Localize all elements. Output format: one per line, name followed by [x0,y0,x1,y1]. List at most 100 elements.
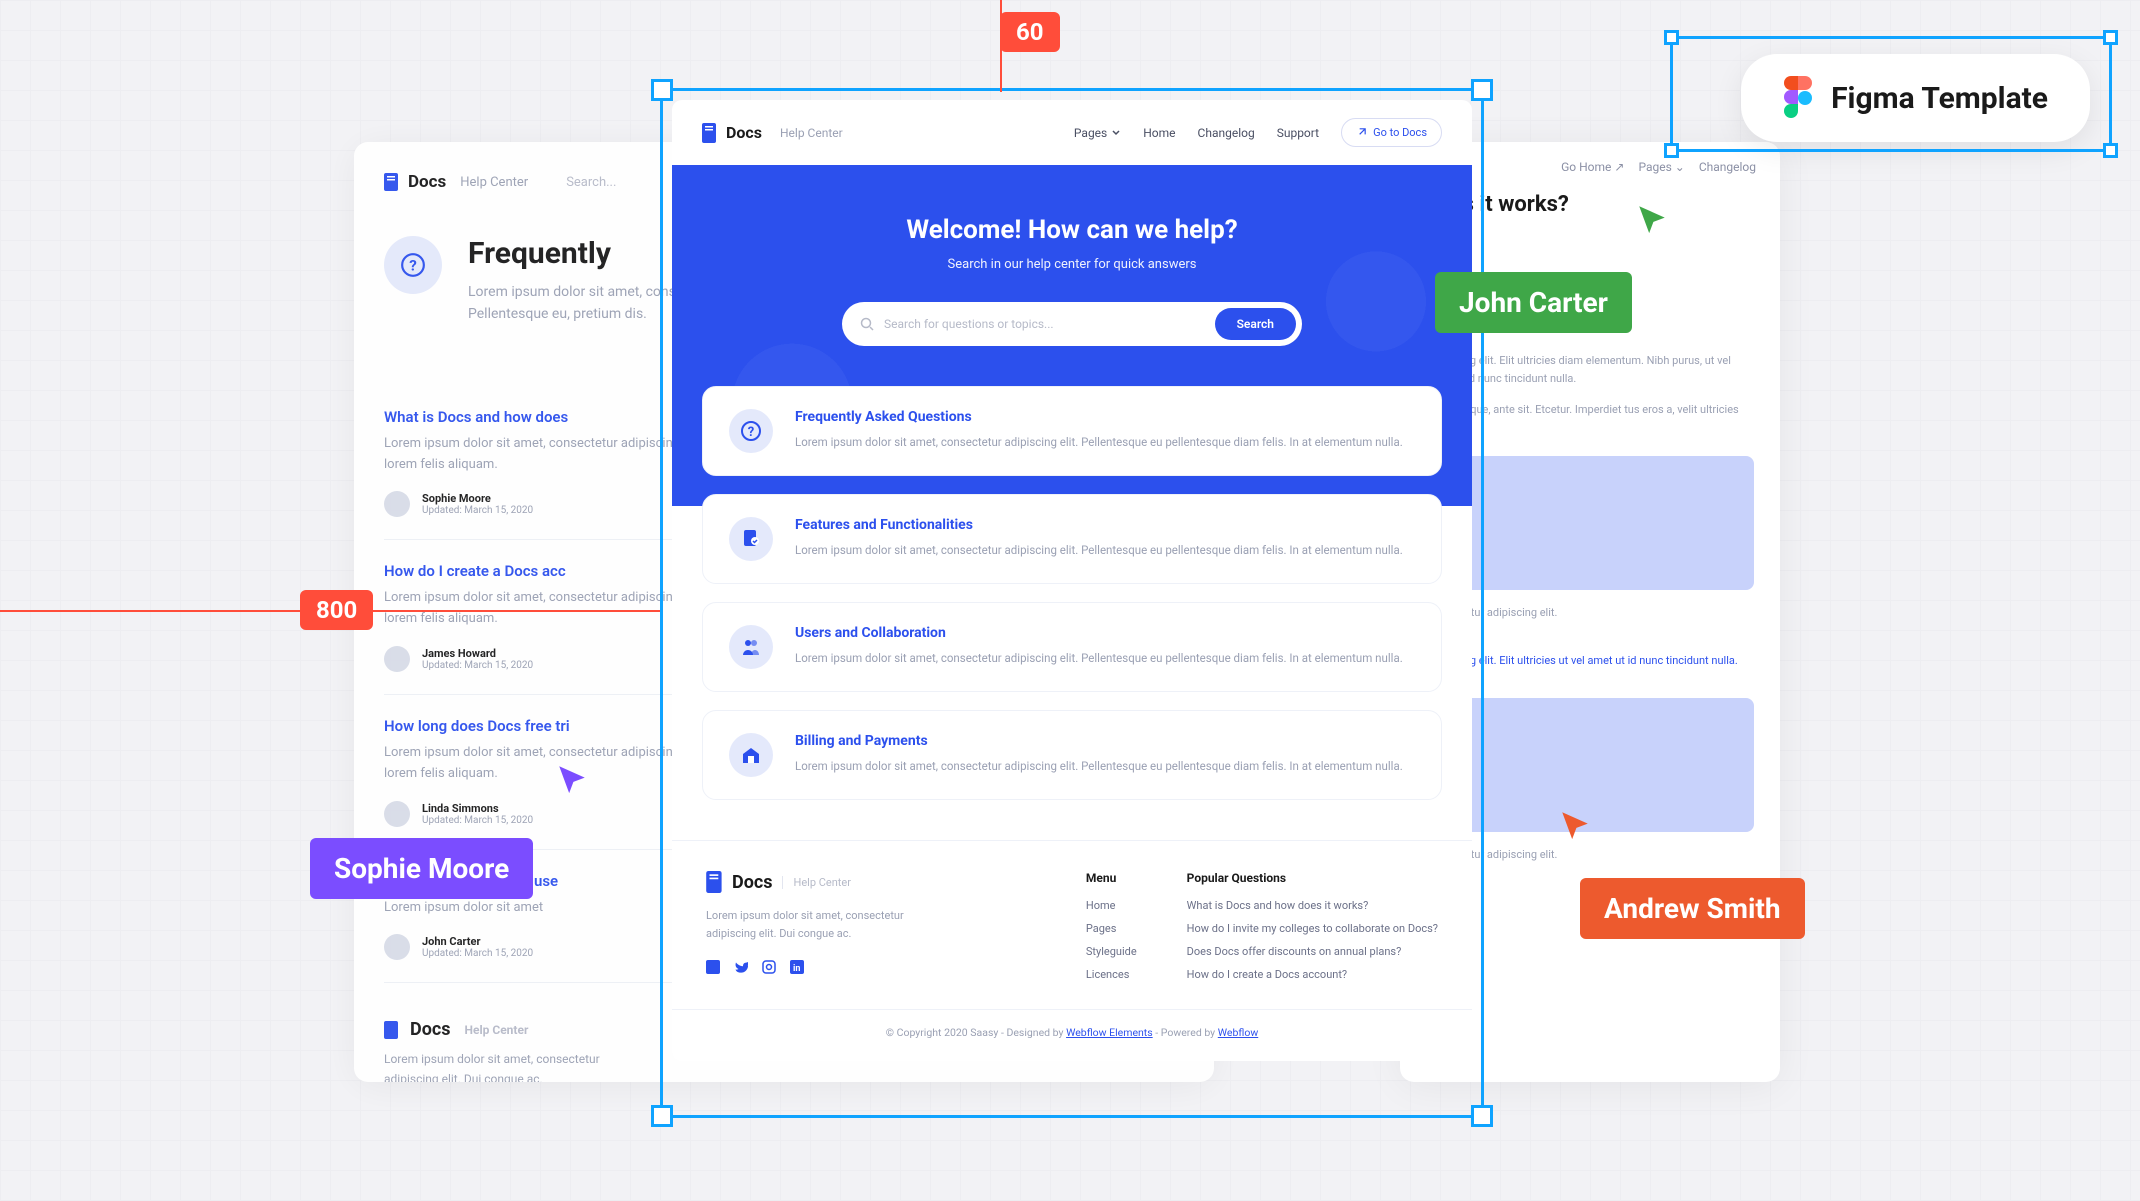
card-desc: Lorem ipsum dolor sit amet, consectetur … [795,649,1403,667]
category-card[interactable]: Billing and Payments Lorem ipsum dolor s… [702,710,1442,800]
figma-badge-selection [1670,36,2112,152]
book-icon [706,871,724,893]
question-icon: ? [729,409,773,453]
footer: Docs Help Center Lorem ipsum dolor sit a… [672,840,1472,1009]
avatar [384,491,410,517]
social-links: in [706,960,1036,974]
card-title: Frequently Asked Questions [795,409,1403,425]
webflow-elements-link[interactable]: Webflow Elements [1066,1026,1153,1039]
author-name: John Carter [422,935,533,948]
logo[interactable]: Docs [384,172,446,192]
footer-link[interactable]: How do I create a Docs account? [1187,968,1438,981]
logo[interactable]: Docs [702,123,762,143]
book-icon [384,173,400,191]
author-date: Updated: March 15, 2020 [422,948,533,959]
nav-pages[interactable]: Pages [1074,126,1121,140]
svg-text:?: ? [748,425,754,440]
author-date: Updated: March 15, 2020 [422,505,533,516]
category-card[interactable]: ? Frequently Asked Questions Lorem ipsum… [702,386,1442,476]
book-icon [702,123,718,143]
help-center-link[interactable]: Help Center [780,126,843,140]
top-nav: Docs Help Center Pages Home Changelog Su… [672,100,1472,165]
external-link-icon [1356,127,1367,138]
card-title: Users and Collaboration [795,625,1403,641]
search-placeholder[interactable]: Search... [566,175,616,190]
copyright: © Copyright 2020 Saasy - Designed by Web… [672,1009,1472,1061]
author-name: Sophie Moore [422,492,533,505]
avatar [384,646,410,672]
footer-logo[interactable]: Docs [706,871,772,893]
nav-home[interactable]: Home [1143,126,1175,140]
cursor-icon [1635,202,1669,236]
avatar [384,934,410,960]
footer-help-center: Help Center [464,1023,528,1037]
chevron-down-icon [1111,128,1121,138]
category-card[interactable]: Features and Functionalities Lorem ipsum… [702,494,1442,584]
twitter-icon[interactable] [734,960,748,974]
footer-desc: Lorem ipsum dolor sit amet, consectetur … [706,907,916,942]
body-text: adipiscing elit. Elit ultricies ut vel a… [1426,652,1754,670]
instagram-icon[interactable] [762,960,776,974]
cursor-label-john: John Carter [1435,272,1632,333]
body-text: consectetur adipiscing elit. [1426,604,1754,622]
cursor-label-sophie: Sophie Moore [310,838,533,899]
webflow-link[interactable]: Webflow [1218,1026,1258,1039]
search-icon [860,317,874,331]
body-text: consectetur adipiscing elit. [1426,846,1754,864]
footer-desc: Lorem ipsum dolor sit amet, consectetur … [384,1050,644,1082]
author-date: Updated: March 15, 2020 [422,660,533,671]
question-icon: ? [384,236,442,294]
footer-link[interactable]: Home [1086,899,1137,912]
brand-text: Docs [410,1019,450,1040]
body-text: adipiscing elit. Elit ultricies diam ele… [1426,352,1754,387]
nav-support[interactable]: Support [1277,126,1319,140]
footer-link[interactable]: Pages [1086,922,1137,935]
nav-link[interactable]: Go Home ↗ [1561,160,1624,174]
category-card[interactable]: Users and Collaboration Lorem ipsum dolo… [702,602,1442,692]
card-desc: Lorem ipsum dolor sit amet, consectetur … [795,541,1403,559]
measure-label-800: 800 [300,590,373,630]
footer-link[interactable]: What is Docs and how does it works? [1187,899,1438,912]
book-icon [384,1021,400,1039]
go-to-docs-button[interactable]: Go to Docs [1341,118,1442,147]
author-name: Linda Simmons [422,802,533,815]
facebook-icon[interactable] [706,960,720,974]
footer-link[interactable]: Styleguide [1086,945,1137,958]
avatar [384,801,410,827]
cursor-icon [1558,808,1592,842]
nav-changelog[interactable]: Changelog [1198,126,1255,140]
svg-text:in: in [793,964,800,974]
billing-icon [729,733,773,777]
cursor-icon [555,762,589,796]
measure-label-60: 60 [1000,12,1060,52]
nav-link[interactable]: Changelog [1699,160,1756,174]
card-title: Features and Functionalities [795,517,1403,533]
hero-subtitle: Search in our help center for quick answ… [702,257,1442,272]
linkedin-icon[interactable]: in [790,960,804,974]
nav-link[interactable]: Pages ⌄ [1638,160,1684,174]
article-title: does it works? [1426,192,1754,217]
footer-link[interactable]: Licences [1086,968,1137,981]
go-to-docs-label: Go to Docs [1373,126,1427,139]
card-desc: Lorem ipsum dolor sit amet, consectetur … [795,757,1403,775]
main-frame: Docs Help Center Pages Home Changelog Su… [672,100,1472,1061]
footer-link[interactable]: How do I invite my colleges to collabora… [1187,922,1438,935]
footer-menu-head: Menu [1086,871,1137,885]
svg-text:?: ? [409,256,417,274]
hero-title: Welcome! How can we help? [702,215,1442,245]
search-button[interactable]: Search [1215,308,1296,340]
author-name: James Howard [422,647,533,660]
help-center-link[interactable]: Help Center [460,175,528,190]
users-icon [729,625,773,669]
category-cards: ? Frequently Asked Questions Lorem ipsum… [702,386,1442,800]
footer-help-center: Help Center [782,876,851,889]
author-date: Updated: March 15, 2020 [422,815,533,826]
search-input[interactable] [884,317,1205,331]
footer-link[interactable]: Does Docs offer discounts on annual plan… [1187,945,1438,958]
card-title: Billing and Payments [795,733,1403,749]
cursor-label-andrew: Andrew Smith [1580,878,1805,939]
footer-popular-head: Popular Questions [1187,871,1438,885]
card-desc: Lorem ipsum dolor sit amet, consectetur … [795,433,1403,451]
features-icon [729,517,773,561]
body-text: lectus neque, ante sit. Etcetur. Imperdi… [1426,401,1754,436]
